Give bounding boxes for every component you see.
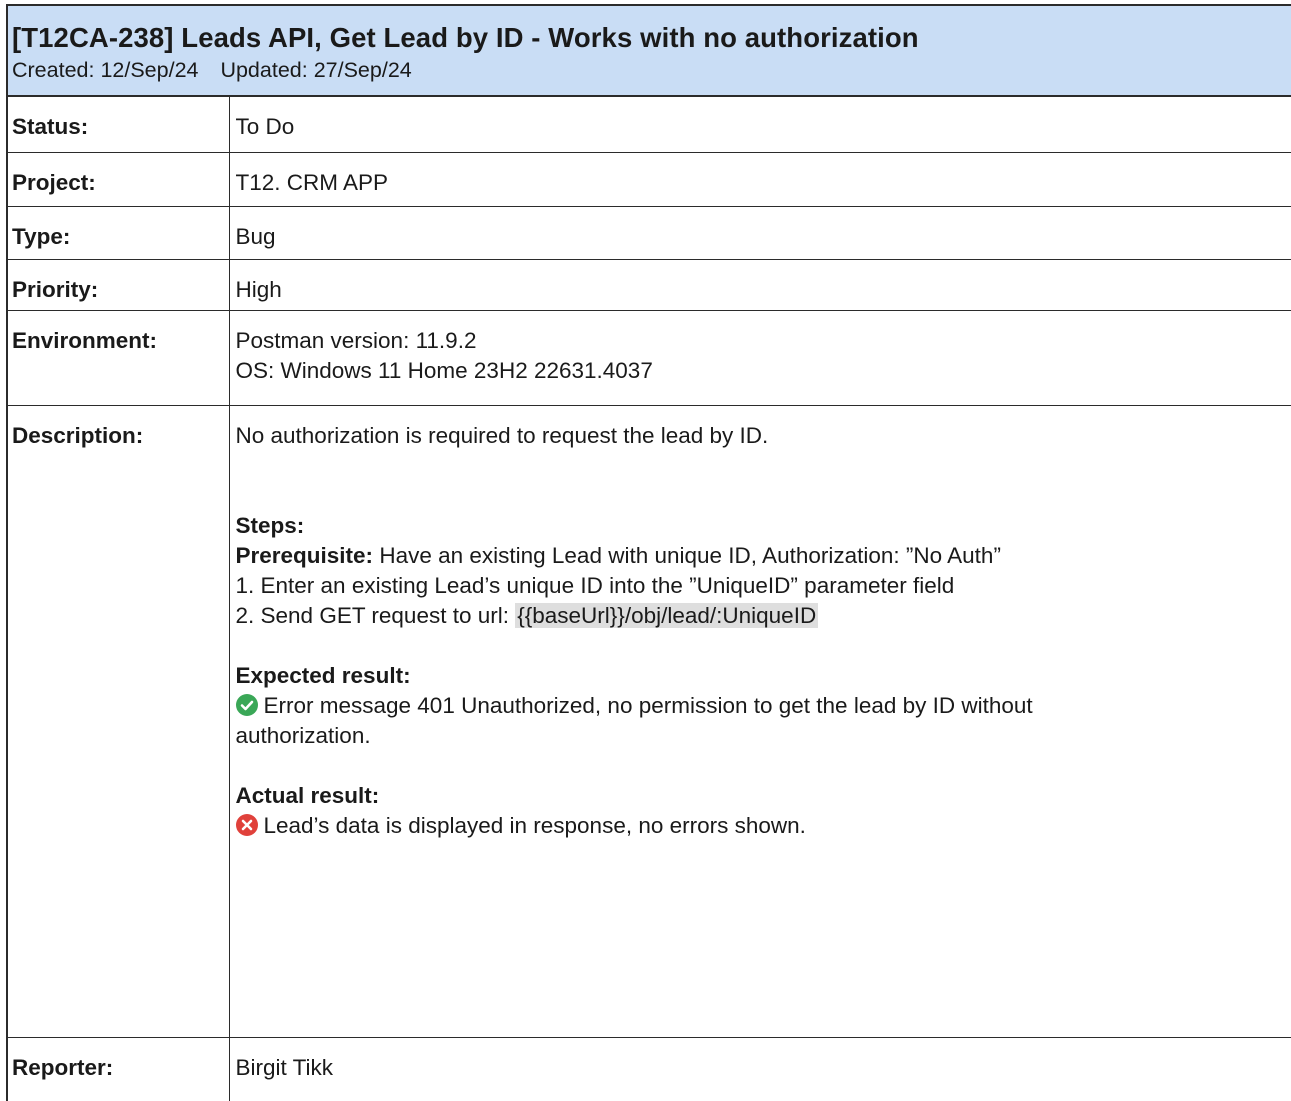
expected-text-1: Error message 401 Unauthorized, no permi… — [264, 693, 1033, 718]
field-row-description: Description: No authorization is require… — [8, 405, 1291, 1037]
issue-dates: Created: 12/Sep/24 Updated: 27/Sep/24 — [12, 56, 1291, 84]
priority-label: Priority: — [8, 259, 229, 310]
status-label: Status: — [8, 97, 229, 152]
type-value: Bug — [229, 206, 1291, 259]
description-value: No authorization is required to request … — [229, 405, 1291, 1037]
actual-line: Lead’s data is displayed in response, no… — [236, 811, 1291, 841]
step-2-text: 2. Send GET request to url: — [236, 603, 516, 628]
field-row-type: Type: Bug — [8, 206, 1291, 259]
reporter-value: Birgit Tikk — [229, 1037, 1291, 1101]
description-intro: No authorization is required to request … — [236, 421, 1291, 451]
prerequisite-line: Prerequisite: Have an existing Lead with… — [236, 541, 1291, 571]
issue-sheet: [T12CA-238] Leads API, Get Lead by ID - … — [6, 4, 1291, 1101]
step-2: 2. Send GET request to url: {{baseUrl}}/… — [236, 601, 1291, 631]
project-value: T12. CRM APP — [229, 152, 1291, 206]
actual-heading: Actual result: — [236, 781, 1291, 811]
field-row-project: Project: T12. CRM APP — [8, 152, 1291, 206]
request-url: {{baseUrl}}/obj/lead/:UniqueID — [515, 603, 818, 628]
environment-line: OS: Windows 11 Home 23H2 22631.4037 — [236, 356, 1291, 386]
reporter-label: Reporter: — [8, 1037, 229, 1101]
expected-line: Error message 401 Unauthorized, no permi… — [236, 691, 1291, 721]
prerequisite-text: Have an existing Lead with unique ID, Au… — [373, 543, 1001, 568]
expected-heading: Expected result: — [236, 661, 1291, 691]
field-row-priority: Priority: High — [8, 259, 1291, 310]
updated-date: 27/Sep/24 — [314, 58, 412, 82]
updated-label: Updated: — [220, 58, 307, 82]
steps-heading: Steps: — [236, 511, 1291, 541]
expected-text-2: authorization. — [236, 721, 1291, 751]
check-circle-icon — [236, 694, 258, 716]
field-row-status: Status: To Do — [8, 97, 1291, 152]
issue-fields-table: Status: To Do Project: T12. CRM APP Type… — [8, 97, 1291, 1101]
issue-header: [T12CA-238] Leads API, Get Lead by ID - … — [8, 4, 1291, 97]
issue-title: [T12CA-238] Leads API, Get Lead by ID - … — [12, 20, 1291, 56]
created-date: 12/Sep/24 — [100, 58, 198, 82]
type-label: Type: — [8, 206, 229, 259]
actual-text: Lead’s data is displayed in response, no… — [264, 813, 806, 838]
priority-value: High — [229, 259, 1291, 310]
field-row-reporter: Reporter: Birgit Tikk — [8, 1037, 1291, 1101]
environment-value: Postman version: 11.9.2 OS: Windows 11 H… — [229, 310, 1291, 405]
project-label: Project: — [8, 152, 229, 206]
description-label: Description: — [8, 405, 229, 1037]
prerequisite-label: Prerequisite: — [236, 543, 374, 568]
field-row-environment: Environment: Postman version: 11.9.2 OS:… — [8, 310, 1291, 405]
step-1: 1. Enter an existing Lead’s unique ID in… — [236, 571, 1291, 601]
environment-label: Environment: — [8, 310, 229, 405]
status-value: To Do — [229, 97, 1291, 152]
x-circle-icon — [236, 814, 258, 836]
environment-line: Postman version: 11.9.2 — [236, 326, 1291, 356]
created-label: Created: — [12, 58, 94, 82]
